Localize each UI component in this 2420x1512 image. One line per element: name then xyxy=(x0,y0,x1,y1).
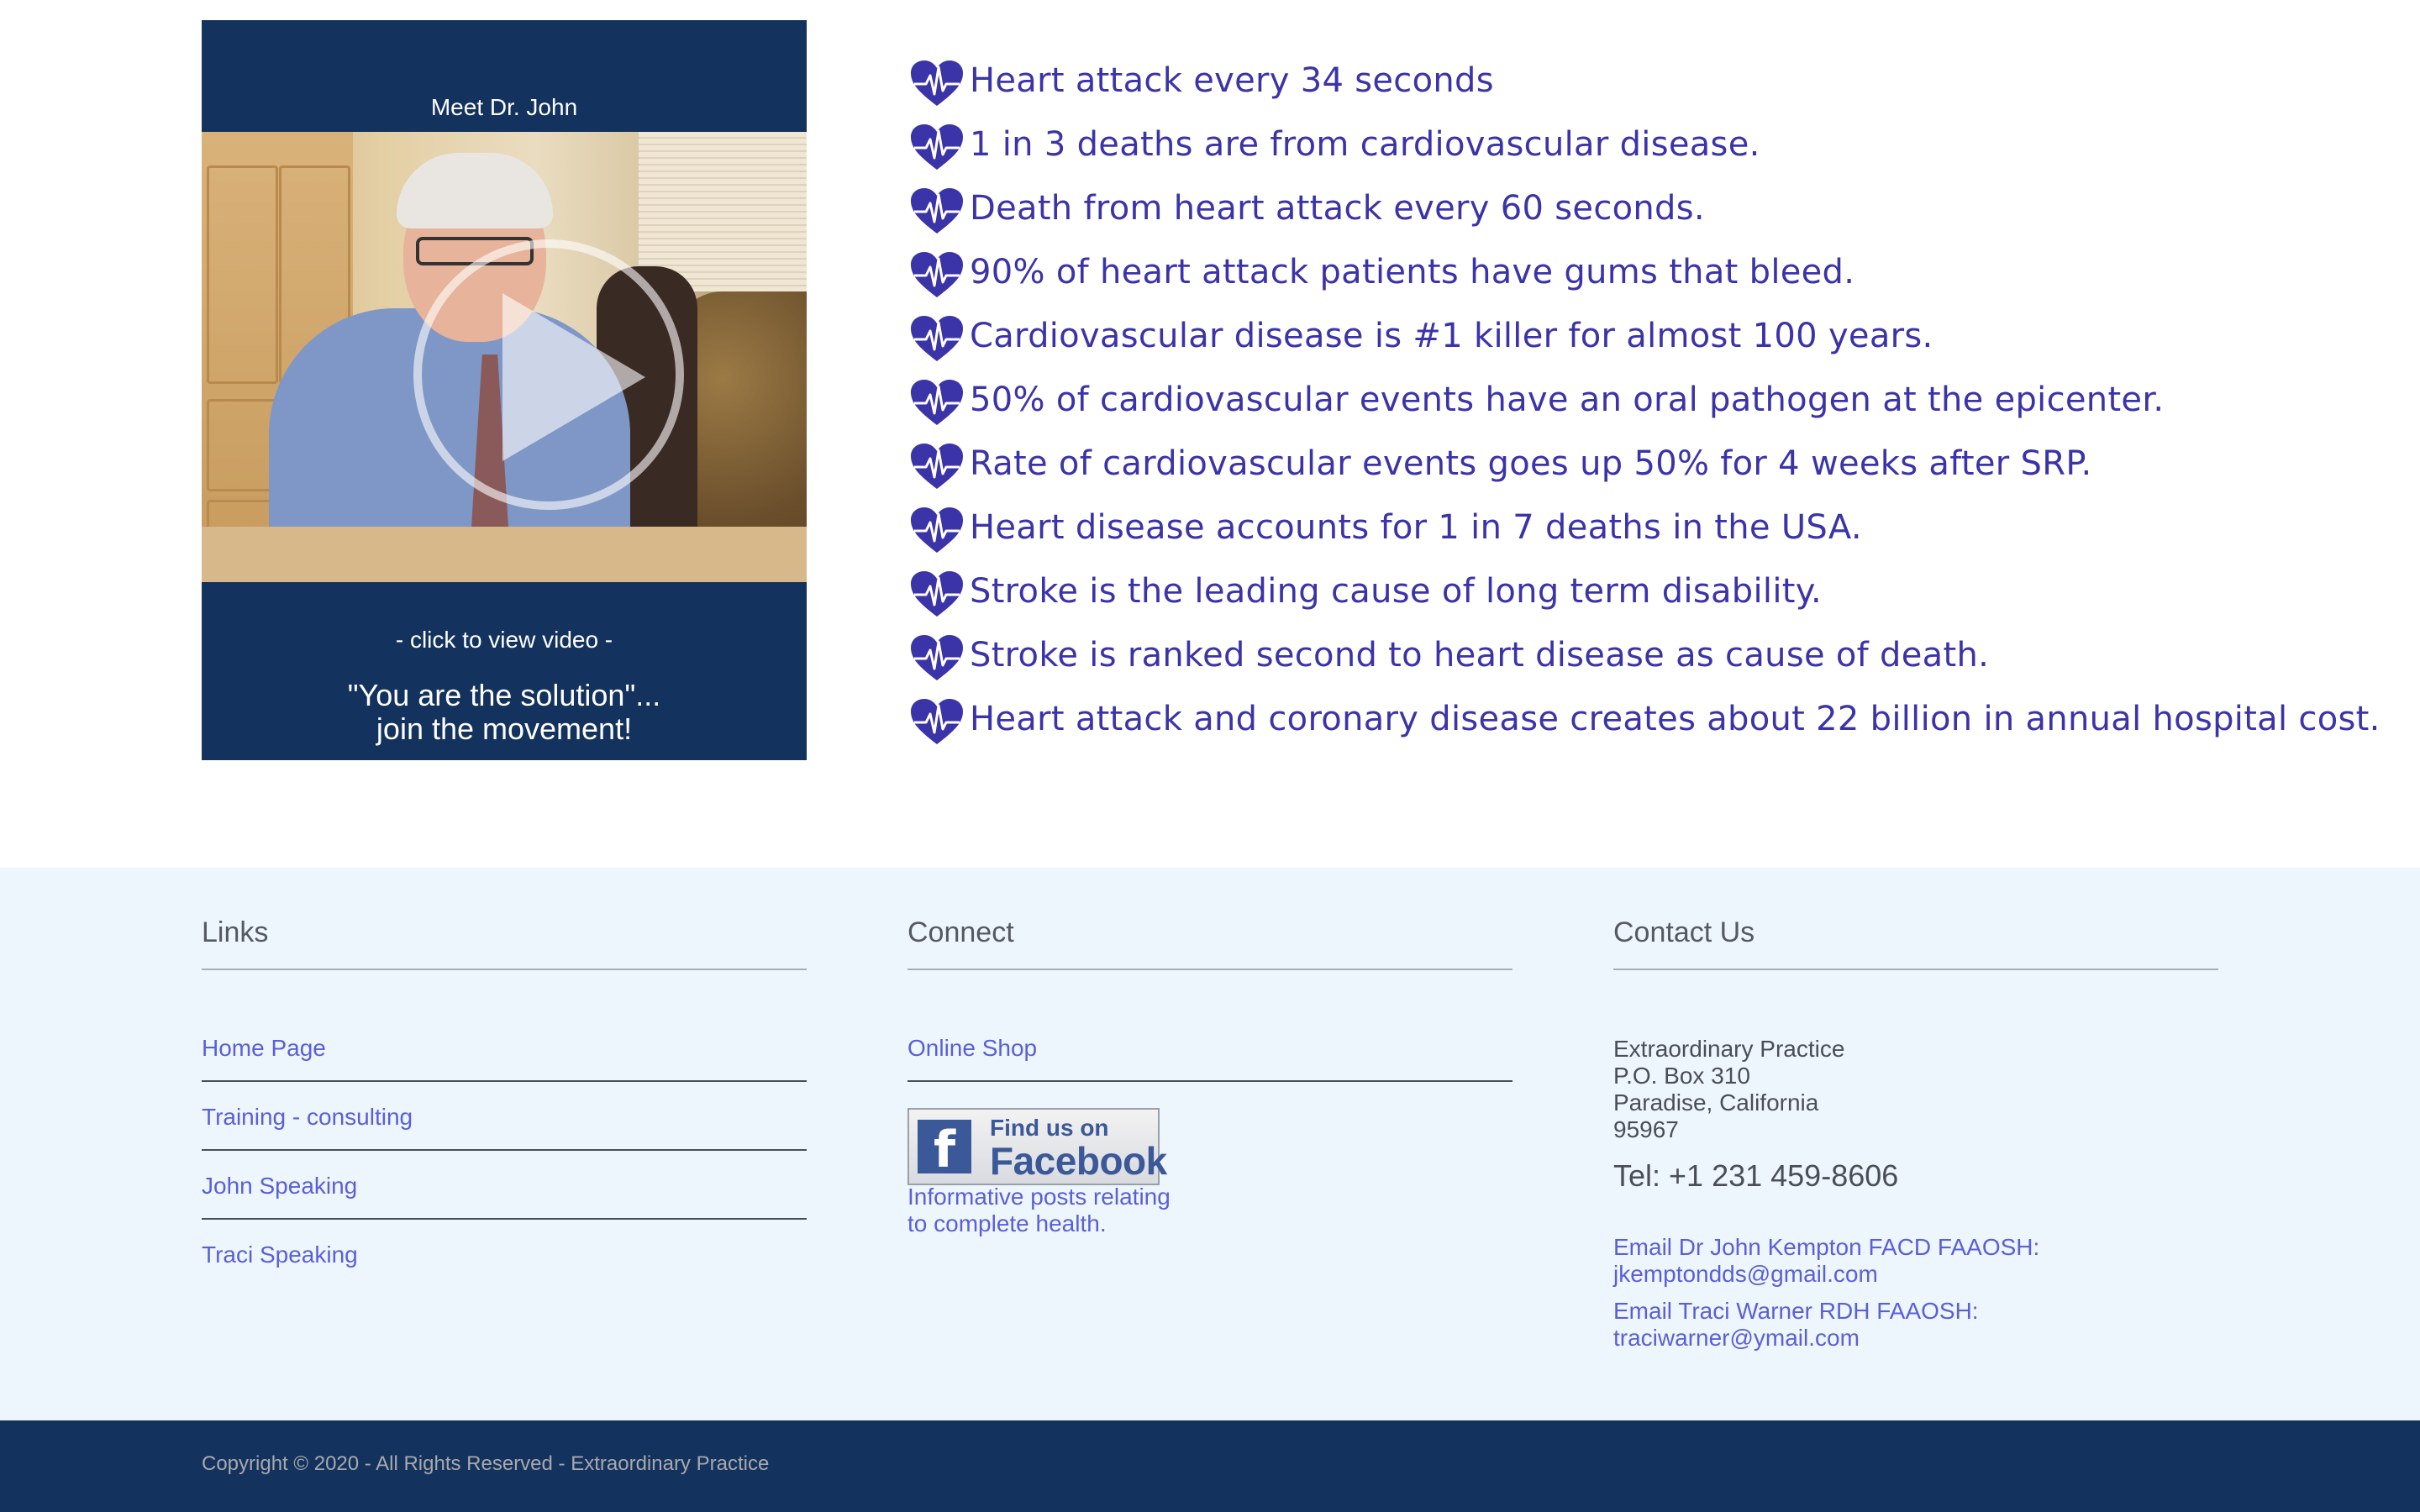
address-line: 95967 xyxy=(1613,1116,1679,1142)
contact-title: Contact Us xyxy=(1613,916,1755,948)
footer-link-item: Home Page xyxy=(202,1032,807,1100)
fact-text: Heart attack every 34 seconds xyxy=(970,61,1494,100)
main-content: Meet Dr. John - click to view video - "Y… xyxy=(0,0,2420,868)
play-triangle-icon[interactable] xyxy=(502,293,645,461)
link-training-consulting[interactable]: Training - consulting xyxy=(202,1100,807,1134)
connect-divider xyxy=(908,969,1512,970)
connect-title: Connect xyxy=(908,916,1014,948)
fact-item: Heart attack and coronary disease create… xyxy=(909,696,2388,759)
facts-list: Heart attack every 34 seconds 1 in 3 deat… xyxy=(909,57,2388,759)
heart-pulse-icon xyxy=(909,314,965,365)
fact-text: 90% of heart attack patients have gums t… xyxy=(970,253,1855,291)
footer: Links Home Page Training - consulting Jo… xyxy=(0,868,2420,1422)
links-divider xyxy=(202,969,807,970)
heart-pulse-icon xyxy=(909,59,965,109)
link-separator xyxy=(202,1218,807,1220)
copyright-text: Copyright © 2020 - All Rights Reserved -… xyxy=(202,1452,770,1475)
footer-links-list: Home Page Training - consulting John Spe… xyxy=(202,1032,807,1307)
fact-item: 90% of heart attack patients have gums t… xyxy=(909,249,2388,312)
video-card[interactable]: Meet Dr. John - click to view video - "Y… xyxy=(202,20,807,760)
fact-item: Cardiovascular disease is #1 killer for … xyxy=(909,312,2388,376)
heart-pulse-icon xyxy=(909,506,965,556)
facebook-badge-button[interactable]: f Find us on Facebook xyxy=(908,1108,1167,1185)
quote-line-1: "You are the solution"... xyxy=(347,678,661,712)
heart-pulse-icon xyxy=(909,378,965,428)
facebook-caption-link[interactable]: Informative posts relating to complete h… xyxy=(908,1184,1193,1237)
fact-item: Heart attack every 34 seconds xyxy=(909,57,2388,121)
copyright-bar: Copyright © 2020 - All Rights Reserved -… xyxy=(0,1420,2420,1512)
footer-link-item: Traci Speaking xyxy=(202,1238,807,1307)
footer-link-item: Training - consulting xyxy=(202,1100,807,1169)
link-online-shop[interactable]: Online Shop xyxy=(908,1032,1512,1065)
contact-address: Extraordinary Practice P.O. Box 310 Para… xyxy=(1613,1036,1844,1143)
video-heading: Meet Dr. John xyxy=(430,94,578,120)
email-traci-label: Email Traci Warner RDH FAAOSH: xyxy=(1613,1298,1979,1324)
link-john-speaking[interactable]: John Speaking xyxy=(202,1169,807,1203)
fact-text: 1 in 3 deaths are from cardiovascular di… xyxy=(970,125,1760,164)
heart-pulse-icon xyxy=(909,697,965,748)
fact-item: Rate of cardiovascular events goes up 50… xyxy=(909,440,2388,504)
facebook-name-label: Facebook xyxy=(990,1139,1167,1183)
thumbnail-desk xyxy=(202,527,807,582)
thumbnail-hair xyxy=(397,153,553,228)
fact-text: 50% of cardiovascular events have an ora… xyxy=(970,381,2165,419)
link-traci-speaking[interactable]: Traci Speaking xyxy=(202,1238,807,1272)
contact-divider xyxy=(1613,969,2218,970)
address-line: Extraordinary Practice xyxy=(1613,1036,1845,1062)
fact-item: Stroke is ranked second to heart disease… xyxy=(909,632,2388,696)
email-john-link[interactable]: Email Dr John Kempton FACD FAAOSH: jkemp… xyxy=(1613,1234,2039,1288)
fact-text: Cardiovascular disease is #1 killer for … xyxy=(970,317,1933,355)
address-line: P.O. Box 310 xyxy=(1613,1063,1750,1089)
contact-telephone[interactable]: Tel: +1 231 459-8606 xyxy=(1613,1158,1898,1194)
quote-line-2: join the movement! xyxy=(376,711,633,746)
footer-link-item: Online Shop xyxy=(908,1032,1512,1100)
email-traci-address: traciwarner@ymail.com xyxy=(1613,1325,1860,1351)
fact-item: Death from heart attack every 60 seconds… xyxy=(909,185,2388,249)
link-separator xyxy=(202,1149,807,1151)
link-separator xyxy=(908,1080,1512,1082)
heart-pulse-icon xyxy=(909,442,965,492)
fact-item: 1 in 3 deaths are from cardiovascular di… xyxy=(909,121,2388,185)
connect-list: Online Shop xyxy=(908,1032,1512,1100)
facebook-caption-line-2: to complete health. xyxy=(908,1210,1107,1236)
heart-pulse-icon xyxy=(909,570,965,620)
links-title: Links xyxy=(202,916,269,948)
facebook-caption-line-1: Informative posts relating xyxy=(908,1184,1171,1210)
video-thumbnail[interactable] xyxy=(202,132,807,582)
facebook-icon: f xyxy=(918,1120,971,1179)
email-traci-link[interactable]: Email Traci Warner RDH FAAOSH: traciwarn… xyxy=(1613,1298,1979,1352)
fact-text: Stroke is ranked second to heart disease… xyxy=(970,636,1990,675)
email-john-label: Email Dr John Kempton FACD FAAOSH: xyxy=(1613,1234,2040,1260)
heart-pulse-icon xyxy=(909,250,965,301)
fact-item: Stroke is the leading cause of long term… xyxy=(909,568,2388,632)
heart-pulse-icon xyxy=(909,186,965,237)
fact-text: Heart disease accounts for 1 in 7 deaths… xyxy=(970,508,1862,547)
fact-item: Heart disease accounts for 1 in 7 deaths… xyxy=(909,504,2388,568)
fact-text: Death from heart attack every 60 seconds… xyxy=(970,189,1705,228)
fact-item: 50% of cardiovascular events have an ora… xyxy=(909,376,2388,440)
footer-link-item: John Speaking xyxy=(202,1169,807,1238)
link-separator xyxy=(202,1080,807,1082)
cut-off-heading-fragment xyxy=(1361,0,1865,3)
fact-text: Rate of cardiovascular events goes up 50… xyxy=(970,444,2092,483)
video-quote: "You are the solution"... join the movem… xyxy=(202,679,807,746)
email-john-address: jkemptondds@gmail.com xyxy=(1613,1261,1878,1287)
fact-text: Stroke is the leading cause of long term… xyxy=(970,572,1822,611)
heart-pulse-icon xyxy=(909,633,965,684)
heart-pulse-icon xyxy=(909,123,965,173)
address-line: Paradise, California xyxy=(1613,1089,1819,1116)
click-to-view-label[interactable]: - click to view video - xyxy=(202,627,807,654)
link-home-page[interactable]: Home Page xyxy=(202,1032,807,1065)
fact-text: Heart attack and coronary disease create… xyxy=(970,700,2381,738)
